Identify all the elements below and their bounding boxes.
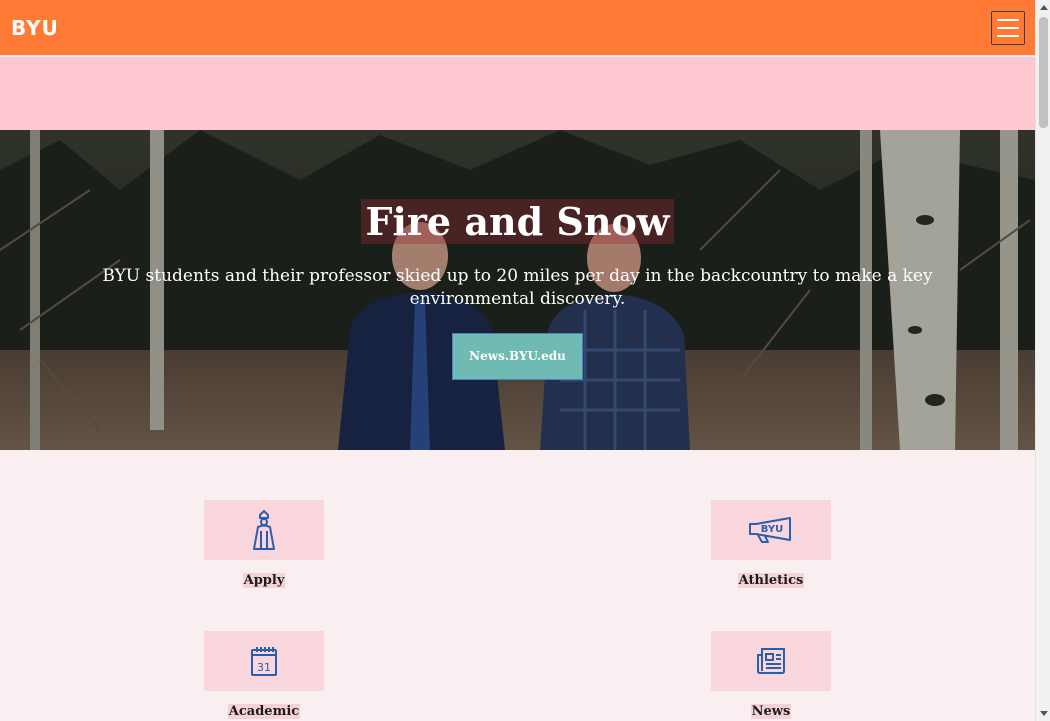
tile-label-apply[interactable]: Apply: [204, 573, 324, 589]
tile-icon-box[interactable]: [711, 631, 831, 691]
scrollbar-thumb[interactable]: [1039, 17, 1048, 128]
tile-label-text[interactable]: News: [750, 704, 792, 719]
tile-academic[interactable]: 31 Academic: [204, 631, 324, 720]
tile-icon-box[interactable]: [204, 500, 324, 560]
hero-subtitle: BYU students and their professor skied u…: [102, 266, 933, 309]
alert-banner: [0, 57, 1035, 130]
tile-news[interactable]: News: [711, 631, 831, 720]
page-scrollbar[interactable]: [1035, 0, 1050, 721]
tile-label-text[interactable]: Academic: [227, 704, 301, 719]
tile-apply[interactable]: Apply: [204, 500, 324, 589]
site-header: BYU: [0, 0, 1035, 56]
byu-logo[interactable]: BYU: [11, 17, 59, 39]
svg-text:BYU: BYU: [761, 524, 783, 535]
menu-button[interactable]: [991, 11, 1025, 45]
graduate-icon: [253, 510, 275, 550]
tile-icon-box[interactable]: BYU: [711, 500, 831, 560]
hamburger-icon-line: [997, 27, 1019, 29]
news-link-button[interactable]: News.BYU.edu: [452, 333, 583, 380]
tile-label-academic[interactable]: Academic: [204, 704, 324, 720]
hero-title: Fire and Snow: [0, 198, 1035, 246]
tile-label-athletics[interactable]: Athletics: [711, 573, 831, 589]
hero-title-text: Fire and Snow: [361, 199, 674, 244]
hamburger-icon: [997, 19, 1019, 21]
hamburger-icon-line: [997, 35, 1019, 37]
tile-label-text[interactable]: Apply: [242, 573, 286, 588]
calendar-icon: 31: [251, 647, 277, 676]
newspaper-icon: [757, 648, 785, 674]
tile-icon-box[interactable]: 31: [204, 631, 324, 691]
svg-text:31: 31: [257, 661, 271, 674]
tile-athletics[interactable]: BYU Athletics: [711, 500, 831, 589]
tile-label-text[interactable]: Athletics: [737, 573, 805, 588]
megaphone-icon: BYU: [749, 517, 791, 543]
scroll-up-icon[interactable]: [1040, 5, 1048, 10]
tile-label-news[interactable]: News: [711, 704, 831, 720]
scroll-down-icon[interactable]: [1040, 711, 1048, 716]
